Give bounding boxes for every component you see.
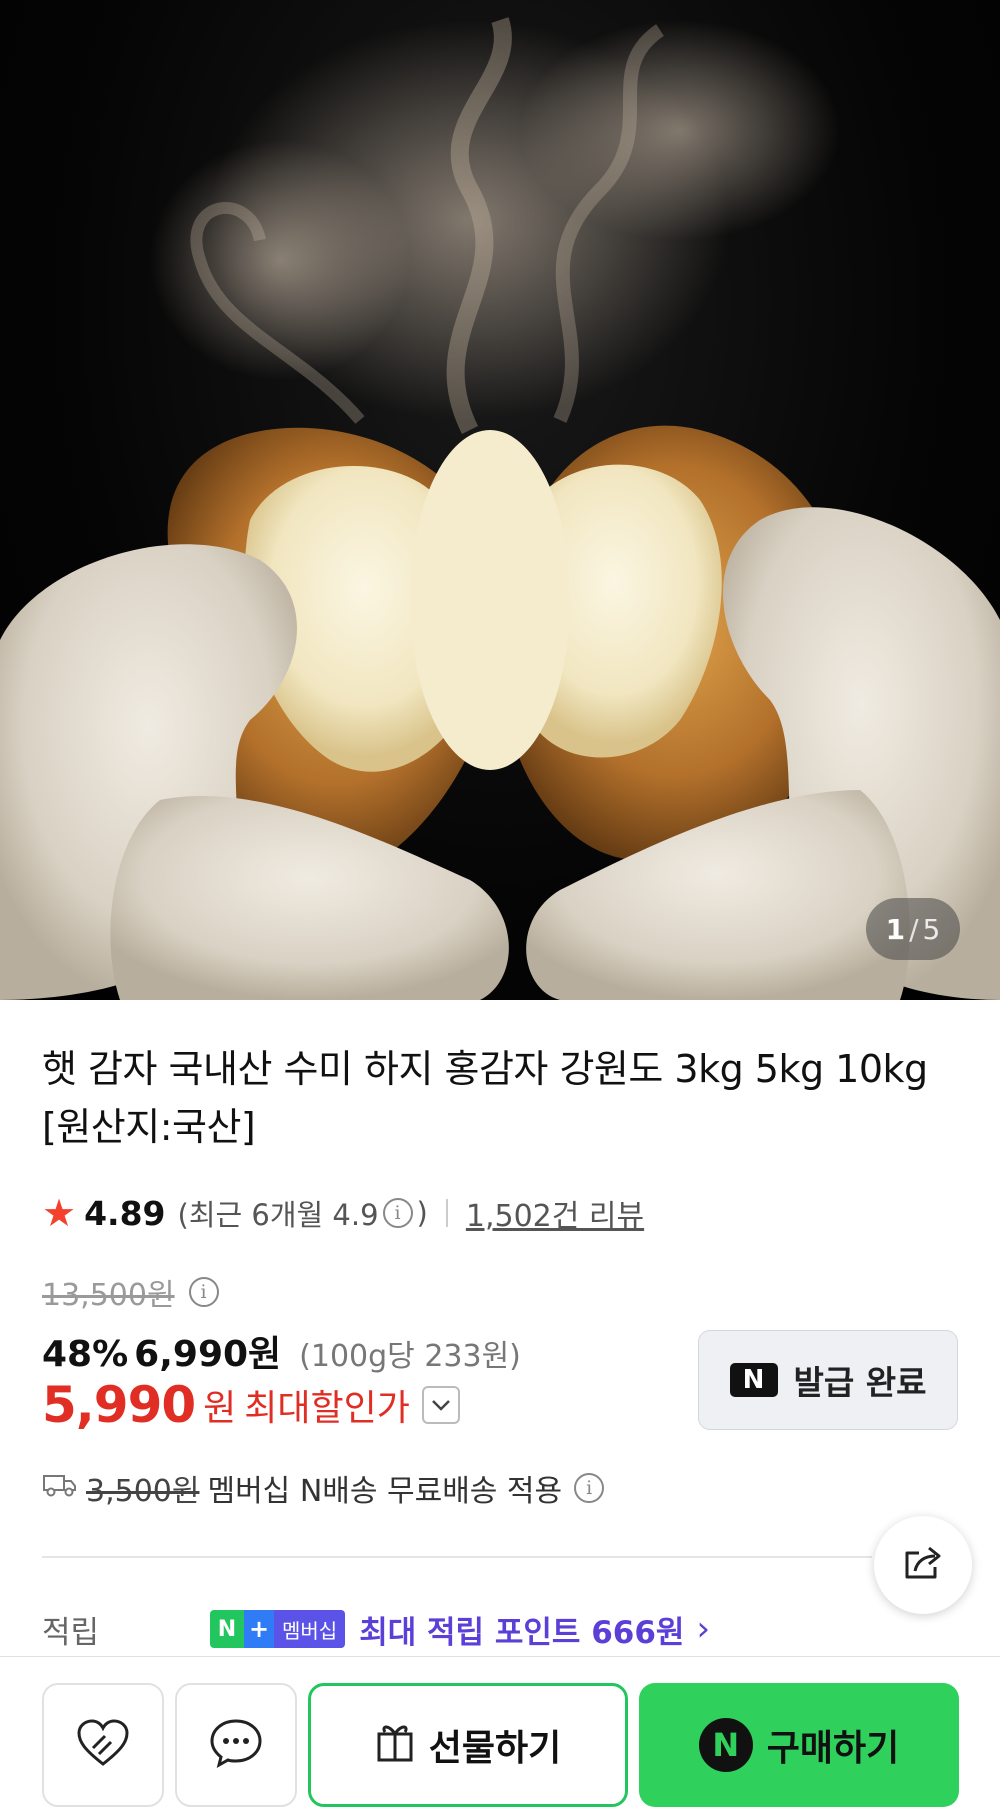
like-button[interactable] bbox=[42, 1683, 164, 1807]
recent-rating-close: ) bbox=[416, 1196, 428, 1230]
membership-badge-text: 멤버십 bbox=[274, 1610, 346, 1648]
gift-label: 선물하기 bbox=[428, 1728, 562, 1769]
membership-badge-n: N bbox=[210, 1610, 244, 1648]
product-page: 1 / 5 햇 감자 국내산 수미 하지 홍감자 강원도 3kg 5kg 10k… bbox=[0, 0, 1000, 1816]
image-counter-current: 1 bbox=[885, 912, 906, 946]
recent-rating-text: (최근 6개월 4.9 bbox=[177, 1198, 379, 1232]
original-price: 13,500원 bbox=[42, 1278, 175, 1313]
buy-label: 구매하기 bbox=[766, 1728, 900, 1769]
shipping-text: 멤버십 N배송 무료배송 적용 bbox=[207, 1474, 563, 1509]
naver-n-icon: N bbox=[729, 1363, 778, 1397]
membership-badge-plus: + bbox=[244, 1610, 274, 1648]
naver-n-icon: N bbox=[698, 1718, 753, 1772]
image-counter-separator: / bbox=[909, 912, 919, 946]
chevron-down-icon[interactable] bbox=[421, 1386, 460, 1424]
buy-button[interactable]: N 구매하기 bbox=[639, 1683, 959, 1807]
max-discount-row: 5,990 원 최대할인가 bbox=[42, 1376, 460, 1434]
product-title: 햇 감자 국내산 수미 하지 홍감자 강원도 3kg 5kg 10kg [원산지… bbox=[42, 1047, 928, 1149]
heart-icon bbox=[75, 1718, 131, 1772]
bottom-action-bar: 선물하기 N 구매하기 bbox=[0, 1656, 1000, 1816]
image-counter: 1 / 5 bbox=[866, 898, 960, 960]
section-divider bbox=[42, 1556, 872, 1558]
points-row[interactable]: 적립 N + 멤버십 최대 적립 포인트 666원 › bbox=[42, 1604, 962, 1654]
rating-row: ★ 4.89 (최근 6개월 4.9 i ) 1,502건 리뷰 bbox=[42, 1190, 644, 1236]
divider bbox=[445, 1199, 448, 1227]
share-icon bbox=[901, 1543, 945, 1587]
info-icon[interactable]: i bbox=[188, 1277, 219, 1307]
discount-rate: 48% bbox=[42, 1334, 129, 1375]
review-count-link[interactable]: 1,502건 리뷰 bbox=[466, 1191, 644, 1235]
product-image[interactable]: 1 / 5 bbox=[0, 0, 1000, 1000]
max-discount-price: 5,990 bbox=[42, 1376, 196, 1434]
shipping-row: 3,500원 멤버십 N배송 무료배송 적용 i bbox=[42, 1466, 608, 1510]
max-discount-label: 최대할인가 bbox=[244, 1388, 410, 1429]
sale-price: 6,990원 bbox=[134, 1334, 282, 1375]
image-counter-total: 5 bbox=[922, 912, 941, 946]
coupon-issued-label: 발급 완료 bbox=[793, 1363, 927, 1402]
share-button[interactable] bbox=[874, 1516, 972, 1614]
rating-score: 4.89 bbox=[84, 1193, 166, 1233]
talk-button[interactable] bbox=[175, 1683, 297, 1807]
gift-button[interactable]: 선물하기 bbox=[308, 1683, 628, 1807]
max-points-text: 최대 적립 포인트 666원 bbox=[359, 1614, 685, 1651]
max-discount-currency: 원 bbox=[203, 1388, 237, 1429]
sale-price-row: 48% 6,990원 (100g당 233원) bbox=[42, 1325, 521, 1377]
coupon-issued-button[interactable]: N 발급 완료 bbox=[698, 1330, 958, 1430]
star-icon: ★ bbox=[42, 1191, 77, 1235]
truck-icon bbox=[42, 1470, 78, 1506]
info-icon[interactable]: i bbox=[382, 1198, 413, 1228]
recent-rating: (최근 6개월 4.9 i ) bbox=[178, 1192, 428, 1234]
shipping-original-fee: 3,500원 bbox=[86, 1474, 200, 1509]
membership-badge: N + 멤버십 bbox=[210, 1610, 346, 1648]
gift-icon bbox=[375, 1720, 415, 1771]
chat-bubble-icon bbox=[208, 1717, 264, 1773]
baked-potato-illustration bbox=[0, 17, 1000, 1000]
points-label: 적립 bbox=[42, 1614, 100, 1651]
original-price-row: 13,500원 i bbox=[42, 1270, 223, 1314]
unit-price: (100g당 233원) bbox=[299, 1339, 521, 1374]
info-icon[interactable]: i bbox=[574, 1473, 605, 1503]
chevron-right-icon: › bbox=[696, 1609, 711, 1649]
